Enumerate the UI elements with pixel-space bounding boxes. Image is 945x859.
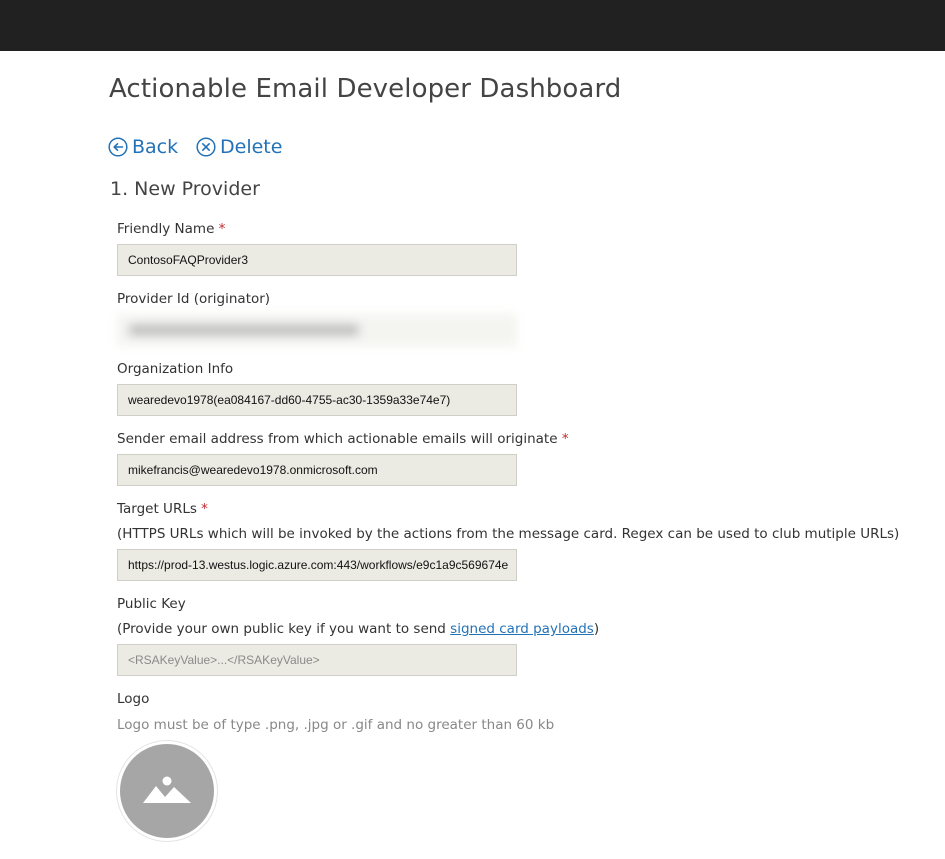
- page-title: Actionable Email Developer Dashboard: [109, 74, 622, 104]
- back-label: Back: [132, 136, 179, 158]
- public-key-helper: (Provide your own public key if you want…: [117, 621, 600, 637]
- public-key-field[interactable]: <RSAKeyValue>...</RSAKeyValue>: [117, 644, 517, 676]
- target-urls-label: Target URLs *: [117, 501, 208, 517]
- required-marker: *: [561, 431, 569, 447]
- delete-x-icon: [196, 137, 220, 157]
- provider-id-label: Provider Id (originator): [117, 291, 271, 307]
- logo-helper: Logo must be of type .png, .jpg or .gif …: [117, 717, 555, 733]
- friendly-name-field[interactable]: ContosoFAQProvider3: [117, 244, 517, 276]
- back-arrow-icon: [108, 137, 132, 157]
- delete-label: Delete: [220, 136, 283, 158]
- target-urls-helper: (HTTPS URLs which will be invoked by the…: [117, 526, 900, 542]
- public-key-label: Public Key: [117, 596, 186, 612]
- section-title: 1. New Provider: [110, 178, 260, 200]
- sender-email-field[interactable]: mikefrancis@wearedevo1978.onmicrosoft.co…: [117, 454, 517, 486]
- logo-upload[interactable]: [117, 741, 217, 841]
- sender-email-label: Sender email address from which actionab…: [117, 431, 569, 447]
- image-placeholder-icon: [141, 772, 193, 810]
- logo-placeholder: [120, 744, 214, 838]
- organization-info-label: Organization Info: [117, 361, 234, 377]
- required-marker: *: [201, 501, 208, 517]
- friendly-name-label: Friendly Name *: [117, 221, 226, 237]
- target-urls-field[interactable]: https://prod-13.westus.logic.azure.com:4…: [117, 549, 517, 581]
- provider-id-field-redacted: [117, 314, 517, 346]
- required-marker: *: [218, 221, 226, 237]
- organization-info-field[interactable]: wearedevo1978(ea084167-dd60-4755-ac30-13…: [117, 384, 517, 416]
- delete-button[interactable]: Delete: [196, 134, 282, 160]
- logo-label: Logo: [117, 691, 150, 707]
- signed-card-payloads-link[interactable]: signed card payloads: [450, 621, 594, 637]
- top-bar: [0, 0, 945, 51]
- back-button[interactable]: Back: [108, 134, 178, 160]
